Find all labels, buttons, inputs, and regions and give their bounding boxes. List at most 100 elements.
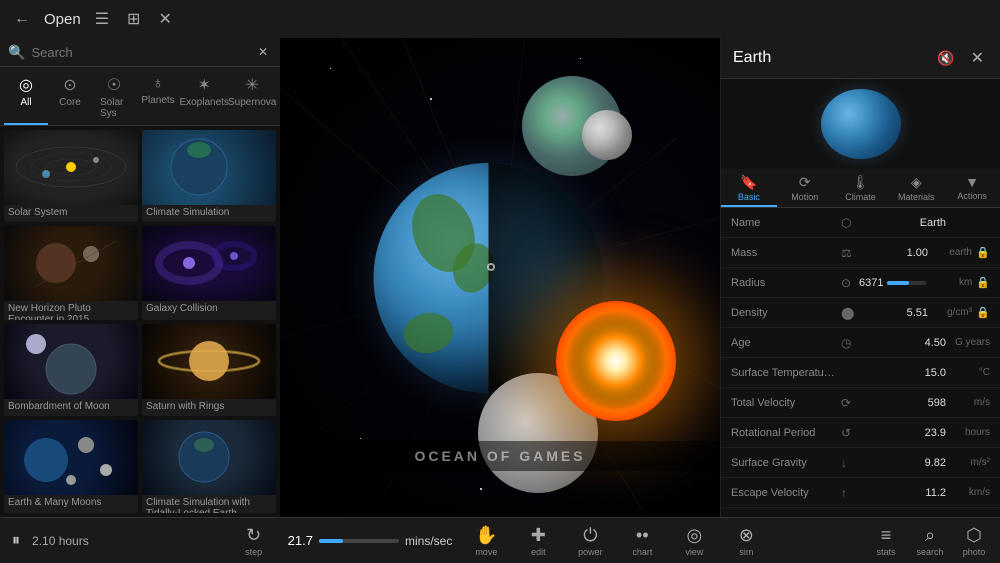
search-input[interactable] bbox=[31, 45, 248, 60]
prop-age: Age ◷ 4.50 G years bbox=[721, 328, 1000, 358]
stats-icon: ≡ bbox=[881, 525, 892, 546]
menu-button[interactable]: ☰ bbox=[91, 7, 113, 31]
stats-button[interactable]: ≡ stats bbox=[868, 525, 904, 557]
prop-density: Density ⬤ 5.51 g/cm³ 🔒 bbox=[721, 298, 1000, 328]
pin-button[interactable]: ⊞ bbox=[123, 7, 144, 31]
climate-icon: 🌡 bbox=[852, 174, 870, 191]
close-button[interactable]: ✕ bbox=[154, 7, 175, 31]
sim-button[interactable]: ⊗ sim bbox=[728, 525, 764, 557]
thumb-image bbox=[142, 420, 276, 495]
list-item[interactable]: Saturn with Rings bbox=[142, 324, 276, 416]
view-button[interactable]: ◎ view bbox=[676, 525, 712, 557]
viewport[interactable]: OCEAN OF GAMES bbox=[280, 38, 720, 517]
thumb-label: Climate Simulation with Tidally-Locked E… bbox=[142, 495, 276, 514]
chart-icon: •• bbox=[636, 525, 649, 546]
ui-dot bbox=[487, 263, 495, 271]
tab-planets[interactable]: ♁ Planets bbox=[136, 71, 180, 125]
gravity-icon: ↓ bbox=[841, 456, 859, 470]
power-button[interactable]: ⏻ power bbox=[572, 525, 608, 557]
climate2-svg bbox=[144, 420, 274, 495]
thumb-image bbox=[142, 130, 276, 205]
prop-total-velocity: Total Velocity ⟳ 598 m/s bbox=[721, 388, 1000, 418]
prop-name: Name ⬡ Earth bbox=[721, 208, 1000, 238]
name-icon: ⬡ bbox=[841, 216, 859, 230]
list-item[interactable]: Climate Simulation with Tidally-Locked E… bbox=[142, 420, 276, 514]
pluto-svg bbox=[6, 226, 136, 301]
list-item[interactable]: Climate Simulation bbox=[142, 130, 276, 222]
mute-button[interactable]: 🔇 bbox=[933, 46, 958, 70]
thumb-image bbox=[4, 420, 138, 495]
main-layout: 🔍 ✕ ◎ All ⊙ Core ☉ Solar Sys ♁ Planets ✶ bbox=[0, 38, 1000, 517]
bottom-right: ≡ stats ⌕ search ⬡ photo bbox=[768, 525, 992, 557]
speed-slider[interactable] bbox=[319, 539, 399, 543]
property-list: Name ⬡ Earth Mass ⚖ 1.00 earth 🔒 Radius … bbox=[721, 208, 1000, 517]
tab-actions[interactable]: ▼ Actions bbox=[944, 169, 1000, 207]
bottom-bar: ⏸ 2.10 hours ↻ step 21.7 mins/sec ✋ move… bbox=[0, 517, 1000, 563]
close-panel-button[interactable]: ✕ bbox=[967, 46, 988, 70]
tab-motion[interactable]: ⟳ Motion bbox=[777, 169, 833, 207]
core-icon: ⊙ bbox=[63, 75, 76, 95]
galaxy-svg bbox=[144, 226, 274, 301]
view-icon: ◎ bbox=[686, 525, 702, 546]
right-header-icons: 🔇 ✕ bbox=[933, 46, 988, 70]
search-bottom-icon: ⌕ bbox=[925, 525, 935, 546]
left-sidebar: 🔍 ✕ ◎ All ⊙ Core ☉ Solar Sys ♁ Planets ✶ bbox=[0, 38, 280, 517]
tab-solar[interactable]: ☉ Solar Sys bbox=[92, 71, 136, 125]
velocity-icon: ⟳ bbox=[841, 396, 859, 410]
materials-icon: ◈ bbox=[911, 174, 922, 191]
planets-icon: ♁ bbox=[152, 75, 164, 93]
rotation-icon: ↺ bbox=[841, 426, 859, 440]
tab-all[interactable]: ◎ All bbox=[4, 71, 48, 125]
thumb-label: Galaxy Collision bbox=[142, 301, 276, 318]
right-header: Earth 🔇 ✕ bbox=[721, 38, 1000, 79]
supernova-icon: ✳ bbox=[245, 75, 258, 95]
tab-materials[interactable]: ◈ Materials bbox=[888, 169, 944, 207]
tab-supernova[interactable]: ✳ Supernova bbox=[228, 71, 276, 125]
prop-rotational-period: Rotational Period ↺ 23.9 hours bbox=[721, 418, 1000, 448]
all-icon: ◎ bbox=[19, 75, 33, 95]
tab-basic[interactable]: 🔖 Basic bbox=[721, 169, 777, 207]
back-button[interactable]: ← bbox=[10, 8, 34, 30]
tab-climate[interactable]: 🌡 Climate bbox=[833, 169, 889, 207]
thumb-label: Saturn with Rings bbox=[142, 399, 276, 416]
moon-svg bbox=[6, 324, 136, 399]
play-button[interactable]: ⏸ bbox=[8, 530, 24, 552]
tab-core[interactable]: ⊙ Core bbox=[48, 71, 92, 125]
density-icon: ⬤ bbox=[841, 306, 859, 320]
move-button[interactable]: ✋ move bbox=[468, 525, 504, 557]
saturn-svg bbox=[144, 324, 274, 399]
photo-button[interactable]: ⬡ photo bbox=[956, 525, 992, 557]
edit-icon: ✚ bbox=[531, 525, 546, 546]
list-item[interactable]: Solar System bbox=[4, 130, 138, 222]
time-display: 2.10 hours bbox=[32, 534, 89, 548]
chart-button[interactable]: •• chart bbox=[624, 525, 660, 557]
edit-button[interactable]: ✚ edit bbox=[520, 525, 556, 557]
list-item[interactable]: Earth & Many Moons bbox=[4, 420, 138, 514]
solar-icon: ☉ bbox=[107, 75, 121, 95]
list-item[interactable]: Bombardment of Moon bbox=[4, 324, 138, 416]
solar-svg bbox=[6, 130, 136, 205]
tab-exoplanets[interactable]: ✶ Exoplanets bbox=[180, 71, 228, 125]
step-button[interactable]: ↻ step bbox=[236, 525, 272, 557]
list-item[interactable]: Galaxy Collision bbox=[142, 226, 276, 320]
prop-surface-gravity: Surface Gravity ↓ 9.82 m/s² bbox=[721, 448, 1000, 478]
thumb-image bbox=[4, 130, 138, 205]
thumb-image bbox=[142, 324, 276, 399]
radius-slider[interactable] bbox=[887, 281, 925, 285]
thumb-label: Climate Simulation bbox=[142, 205, 276, 222]
thumb-label: New Horizon Pluto Encounter in 2015 bbox=[4, 301, 138, 320]
bottom-left: ⏸ 2.10 hours bbox=[8, 530, 232, 552]
search-button[interactable]: ⌕ search bbox=[912, 525, 948, 557]
right-panel-title: Earth bbox=[733, 49, 771, 67]
earth-thumbnail bbox=[821, 89, 901, 159]
move-icon: ✋ bbox=[475, 525, 497, 546]
top-bar-left: ← Open ☰ ⊞ ✕ bbox=[10, 7, 290, 31]
thumb-image bbox=[142, 226, 276, 301]
lock-icon: 🔒 bbox=[976, 306, 990, 319]
list-item[interactable]: New Horizon Pluto Encounter in 2015 bbox=[4, 226, 138, 320]
prop-escape-velocity: Escape Velocity ↑ 11.2 km/s bbox=[721, 478, 1000, 508]
thumb-image bbox=[4, 324, 138, 399]
motion-icon: ⟳ bbox=[799, 174, 811, 191]
photo-icon: ⬡ bbox=[966, 525, 982, 546]
search-clear-button[interactable]: ✕ bbox=[254, 43, 272, 61]
